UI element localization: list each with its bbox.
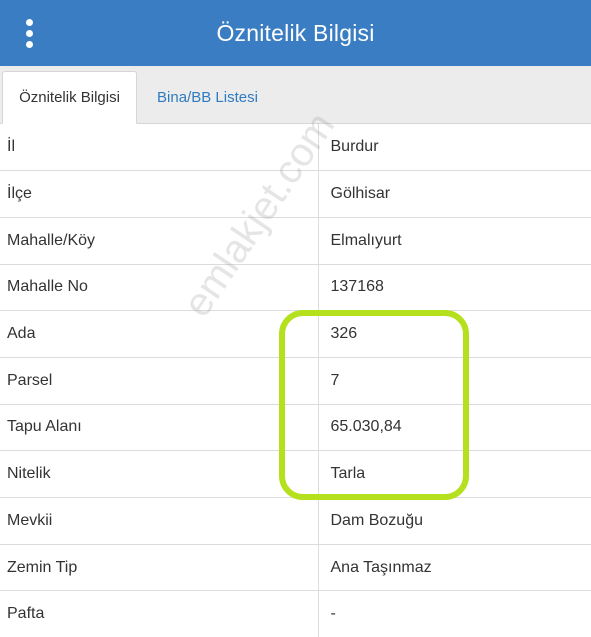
- table-row: Pafta -: [0, 590, 591, 637]
- row-value-mevkii: Dam Bozuğu: [318, 497, 591, 545]
- table-row: Parsel 7: [0, 357, 591, 405]
- table-row: Mevkii Dam Bozuğu: [0, 497, 591, 545]
- row-value-il: Burdur: [318, 124, 591, 172]
- row-label-ilce: İlçe: [0, 170, 319, 218]
- row-value-nitelik: Tarla: [318, 450, 591, 498]
- table-row: Zemin Tip Ana Taşınmaz: [0, 544, 591, 592]
- table-row: Ada 326: [0, 310, 591, 358]
- row-value-mahalle-koy: Elmalıyurt: [318, 217, 591, 265]
- row-label-pafta: Pafta: [0, 590, 319, 637]
- tab-bar: Öznitelik Bilgisi Bina/BB Listesi: [0, 66, 591, 124]
- row-label-mahalle-koy: Mahalle/Köy: [0, 217, 319, 265]
- app-header: Öznitelik Bilgisi: [0, 0, 591, 66]
- tab-oznitelik-bilgisi[interactable]: Öznitelik Bilgisi: [2, 71, 137, 124]
- attribute-table: İl Burdur İlçe Gölhisar Mahalle/Köy Elma…: [0, 124, 591, 637]
- row-value-ilce: Gölhisar: [318, 170, 591, 218]
- row-label-zemin-tip: Zemin Tip: [0, 544, 319, 592]
- row-label-nitelik: Nitelik: [0, 450, 319, 498]
- row-label-ada: Ada: [0, 310, 319, 358]
- row-value-zemin-tip: Ana Taşınmaz: [318, 544, 591, 592]
- table-row: İl Burdur: [0, 124, 591, 172]
- row-value-mahalle-no: 137168: [318, 264, 591, 312]
- row-value-parsel: 7: [318, 357, 591, 405]
- table-row: Mahalle/Köy Elmalıyurt: [0, 217, 591, 265]
- menu-dot: [25, 18, 33, 26]
- row-value-pafta: -: [318, 590, 591, 637]
- row-value-tapu-alani: 65.030,84: [318, 404, 591, 452]
- table-row: Mahalle No 137168: [0, 264, 591, 312]
- tab-bina-bb-listesi[interactable]: Bina/BB Listesi: [140, 71, 275, 124]
- row-label-il: İl: [0, 124, 319, 172]
- page-title: Öznitelik Bilgisi: [216, 19, 375, 46]
- table-row: Nitelik Tarla: [0, 450, 591, 498]
- row-label-mevkii: Mevkii: [0, 497, 319, 545]
- table-row: Tapu Alanı 65.030,84: [0, 404, 591, 452]
- row-label-parsel: Parsel: [0, 357, 319, 405]
- menu-dot: [25, 40, 33, 48]
- vertical-dots-icon[interactable]: [14, 16, 44, 50]
- menu-dot: [25, 29, 33, 37]
- row-label-tapu-alani: Tapu Alanı: [0, 404, 319, 452]
- table-row: İlçe Gölhisar: [0, 170, 591, 218]
- row-label-mahalle-no: Mahalle No: [0, 264, 319, 312]
- row-value-ada: 326: [318, 310, 591, 358]
